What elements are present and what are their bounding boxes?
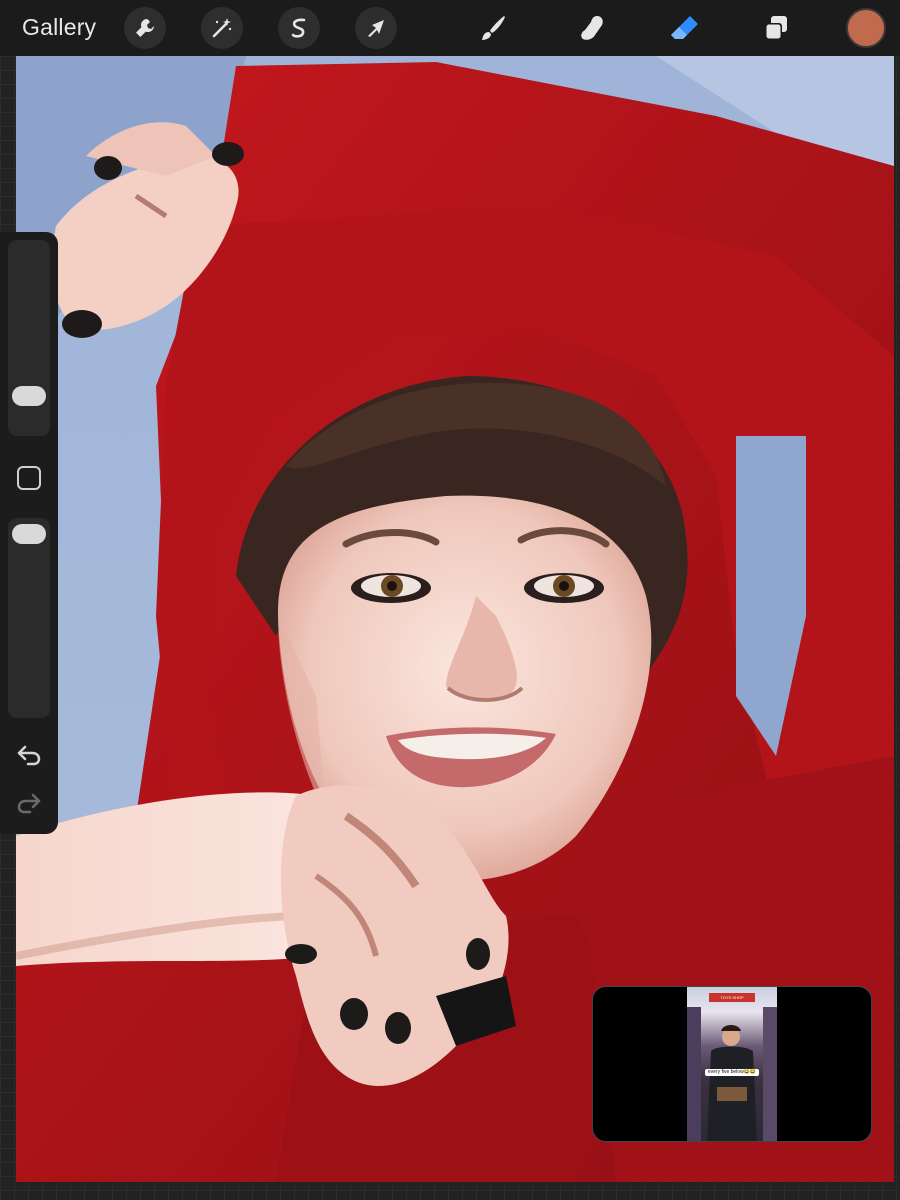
eraser-button[interactable] (663, 6, 707, 50)
adjustments-button[interactable] (201, 7, 243, 49)
undo-button[interactable] (14, 742, 44, 768)
brush-button[interactable] (471, 6, 515, 50)
pip-person-image (687, 1007, 777, 1141)
smudge-button[interactable] (570, 6, 614, 50)
layers-button[interactable] (754, 6, 798, 50)
pip-caption: every five below😂😂 (705, 1069, 759, 1076)
top-toolbar: Gallery (0, 0, 900, 56)
actions-button[interactable] (124, 7, 166, 49)
brush-icon (482, 16, 505, 40)
left-sidebar (0, 232, 58, 834)
picture-in-picture-video[interactable]: TOYS SHOP every five below😂😂 (592, 986, 872, 1142)
layers-icon (765, 16, 787, 40)
smudge-finger-icon (581, 16, 603, 40)
opacity-slider[interactable] (8, 518, 50, 718)
gallery-button[interactable]: Gallery (22, 14, 96, 41)
selection-button[interactable] (278, 7, 320, 49)
modify-button[interactable] (17, 466, 41, 490)
transform-button[interactable] (355, 7, 397, 49)
brush-size-slider-thumb[interactable] (12, 386, 46, 406)
arrow-cursor-icon (368, 20, 384, 37)
wrench-icon (136, 18, 155, 37)
selection-s-icon (291, 18, 306, 38)
eraser-icon (671, 16, 698, 39)
magic-wand-icon (212, 18, 232, 38)
undo-icon (17, 745, 41, 766)
redo-icon (17, 793, 41, 814)
color-picker-button[interactable] (846, 8, 886, 48)
brush-size-slider[interactable] (8, 240, 50, 436)
opacity-slider-thumb[interactable] (12, 524, 46, 544)
redo-button[interactable] (14, 790, 44, 816)
pip-video-frame: TOYS SHOP every five below😂😂 (687, 987, 777, 1141)
